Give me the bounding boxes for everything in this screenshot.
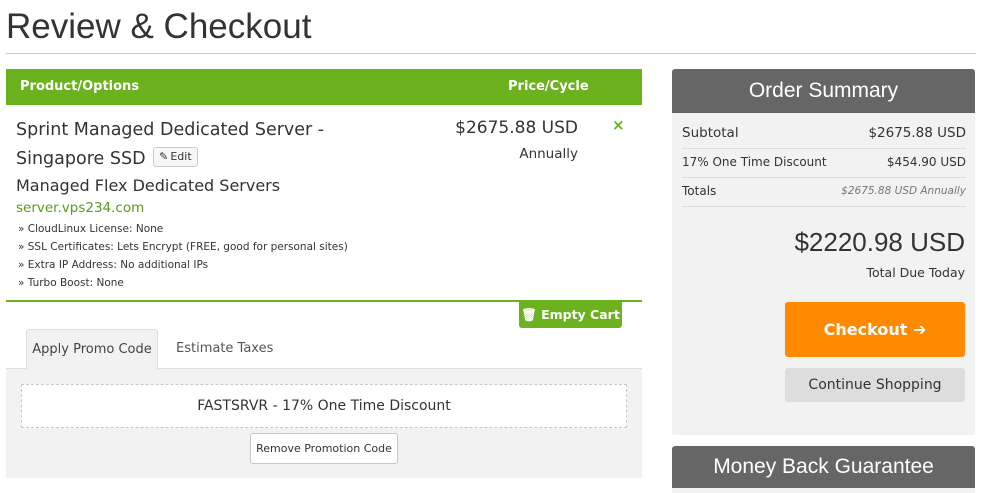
cart-item-name-line1: Sprint Managed Dedicated Server - [16, 120, 325, 140]
subtotal-value: $2675.88 USD [868, 125, 966, 141]
discount-label: 17% One Time Discount [682, 155, 827, 169]
option-turbo-boost: » Turbo Boost: None [18, 277, 124, 289]
remove-promotion-code-button[interactable]: Remove Promotion Code [250, 433, 398, 464]
cart-item-price: $2675.88 USD [455, 118, 578, 138]
total-due-amount: $2220.98 USD [794, 227, 965, 257]
cart-item-domain: server.vps234.com [16, 200, 145, 216]
remove-item-icon[interactable]: × [612, 116, 625, 134]
edit-item-button[interactable]: ✎ Edit [153, 147, 198, 167]
total-due-label: Total Due Today [866, 265, 965, 280]
subtotal-label: Subtotal [682, 125, 739, 141]
cart-item-options: » CloudLinux License: None » SSL Certifi… [18, 220, 348, 292]
price-cycle-column-header: Price/Cycle [508, 79, 589, 94]
cart-item-group: Managed Flex Dedicated Servers [16, 176, 281, 195]
cart-item-name: Sprint Managed Dedicated Server - Singap… [16, 116, 346, 174]
checkout-button[interactable]: Checkout ➔ [785, 302, 965, 357]
option-cloudlinux: » CloudLinux License: None [18, 223, 164, 235]
discount-value: $454.90 USD [886, 155, 966, 169]
totals-label: Totals [682, 184, 717, 198]
empty-cart-label: Empty Cart [541, 307, 620, 322]
totals-value: $2675.88 USD Annually [841, 185, 966, 197]
trash-icon: 🗑 [521, 307, 538, 322]
money-back-guarantee-panel [672, 488, 975, 493]
option-extra-ip: » Extra IP Address: No additional IPs [18, 259, 209, 271]
continue-shopping-button[interactable]: Continue Shopping [785, 368, 965, 402]
money-back-guarantee-title: Money Back Guarantee [672, 446, 975, 490]
summary-divider [682, 148, 966, 149]
summary-divider [682, 177, 966, 178]
cart-item-name-line2: Singapore SSD [16, 149, 146, 169]
arrow-right-icon: ➔ [912, 320, 927, 339]
option-ssl: » SSL Certificates: Lets Encrypt (FREE, … [18, 241, 348, 253]
cart-table-header: Product/Options Price/Cycle [6, 69, 642, 105]
checkout-label: Checkout [823, 320, 908, 339]
summary-divider [682, 206, 966, 207]
tab-estimate-taxes[interactable]: Estimate Taxes [176, 329, 273, 369]
applied-promo-code: FASTSRVR - 17% One Time Discount [21, 384, 627, 428]
product-options-column-header: Product/Options [20, 79, 140, 94]
page-title: Review & Checkout [6, 7, 312, 46]
pencil-icon: ✎ [159, 150, 169, 163]
empty-cart-button[interactable]: 🗑 Empty Cart [519, 302, 622, 328]
title-divider [6, 53, 976, 54]
edit-button-label: Edit [170, 150, 192, 163]
order-summary-title: Order Summary [672, 69, 975, 113]
cart-item-cycle: Annually [519, 146, 578, 162]
tab-apply-promo-code[interactable]: Apply Promo Code [26, 329, 158, 370]
